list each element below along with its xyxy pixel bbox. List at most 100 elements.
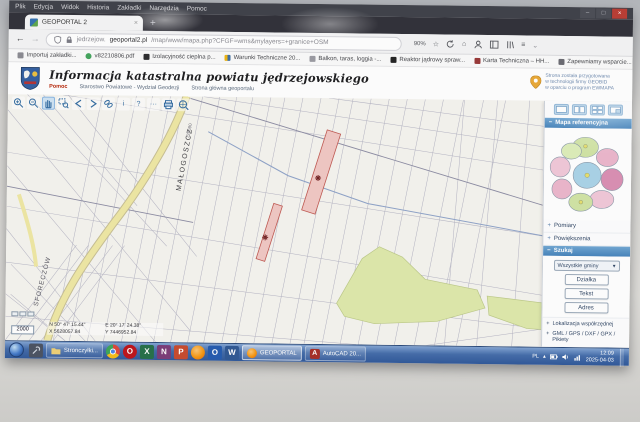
next-view-tool[interactable] [87, 97, 100, 110]
tab-favicon-icon [30, 18, 38, 26]
layout-grid-icon[interactable] [590, 104, 605, 115]
home-icon[interactable]: ⌂ [462, 41, 466, 48]
measure-tool[interactable]: ··· [147, 98, 160, 111]
tab-geoportal[interactable]: GEOPORTAL 2 × [25, 14, 143, 30]
chevron-down-icon[interactable]: ⌄ [532, 41, 538, 49]
folder-window-button[interactable]: Stronczyłki... [46, 343, 103, 359]
layout-split-icon[interactable] [572, 104, 587, 115]
bookmark-item[interactable]: Balkon, taras, loggia -... [309, 56, 381, 63]
section-powiekszenia[interactable]: + Powiększenia [543, 233, 630, 247]
menu-widok[interactable]: Widok [61, 3, 79, 10]
zoom-window-tool[interactable] [57, 97, 70, 110]
pan-hand-tool[interactable] [42, 97, 55, 110]
onenote-icon[interactable]: N [157, 345, 171, 359]
previous-view-tool[interactable] [72, 97, 85, 110]
zoom-level[interactable]: 90% [414, 41, 426, 47]
gmina-select[interactable]: Wszystkie gminy ▾ [553, 260, 619, 272]
bookmark-item[interactable]: Warunki Techniczne 20... [225, 55, 301, 62]
photo-background: Plik Edycja Widok Historia Zakładki Narz… [0, 0, 640, 422]
tab-title: GEOPORTAL 2 [42, 19, 130, 27]
dzialka-button[interactable]: Działka [564, 274, 608, 286]
link-gml-gps[interactable]: + GML / GPS / DXF / GPX / Pikiety [542, 328, 629, 345]
bookmark-item[interactable]: Reaktor jądrowy spraw... [390, 57, 465, 64]
geoportal-window-button[interactable]: GEOPORTAL [242, 345, 302, 361]
bookmark-item[interactable]: Importuj zakładki... [18, 52, 77, 59]
coord-y: Y 7446952.84 [105, 329, 161, 336]
link-pomoc[interactable]: Pomoc [49, 84, 67, 90]
help-tool[interactable]: ? [132, 98, 145, 111]
select-arrow-icon: ▾ [613, 263, 616, 269]
collapse-icon: − [547, 248, 551, 254]
bookmark-item[interactable]: Zapewniamy wsparcie... [558, 59, 631, 66]
forward-icon[interactable]: → [31, 34, 40, 43]
cadastral-map[interactable]: MAŁOGOSZCZ 725690 SFORECZÓW [5, 94, 632, 348]
reload-icon[interactable] [446, 40, 455, 49]
link-strona-glowna[interactable]: Strona główna geoportalu [191, 85, 254, 92]
excel-icon[interactable]: X [140, 344, 154, 358]
scale-input[interactable] [11, 325, 34, 334]
menu-zakladki[interactable]: Zakładki [117, 4, 141, 11]
minimize-button[interactable]: – [580, 8, 595, 18]
bookmark-item[interactable]: Karta Techniczna – HH... [474, 58, 549, 65]
county-crest-icon [20, 66, 40, 90]
link-tool[interactable] [102, 97, 115, 110]
firefox-icon[interactable] [191, 345, 205, 359]
menu-pomoc[interactable]: Pomoc [187, 5, 207, 12]
tab-close-icon[interactable]: × [134, 20, 138, 27]
address-bar[interactable]: jedrzejow.geoportal2.pl/map/www/mapa.php… [46, 32, 402, 50]
layout-single-icon[interactable] [554, 104, 569, 115]
adres-button[interactable]: Adres [564, 302, 608, 314]
site-links: Pomoc Starostwo Powiatowe - Wydział Geod… [49, 84, 369, 94]
menu-plik[interactable]: Plik [15, 3, 26, 10]
collapse-icon: − [549, 120, 553, 126]
shield-icon [54, 35, 62, 43]
zoom-out-tool[interactable] [27, 96, 40, 109]
info-tool[interactable]: i [117, 98, 130, 111]
map-area[interactable]: MAŁOGOSZCZ 725690 SFORECZÓW i ? ··· [5, 94, 632, 348]
menu-edycja[interactable]: Edycja [34, 3, 54, 10]
start-button[interactable] [9, 342, 24, 357]
pinned-app-icon[interactable] [29, 343, 43, 357]
back-icon[interactable]: ← [16, 34, 25, 43]
new-tab-button[interactable]: + [150, 18, 156, 29]
tray-language[interactable]: PL [532, 353, 539, 359]
opera-icon[interactable]: O [123, 344, 137, 358]
print-tool[interactable] [162, 98, 175, 111]
county-overview-map[interactable] [544, 128, 632, 221]
bookmark-icon [474, 58, 480, 64]
chrome-icon[interactable] [106, 344, 120, 358]
menu-narzedzia[interactable]: Narzędzia [149, 4, 178, 11]
bookmark-star-icon[interactable]: ☆ [433, 40, 439, 48]
menu-historia[interactable]: Historia [87, 4, 109, 11]
window-controls: – □ × [580, 8, 627, 19]
bookmark-icon [309, 56, 315, 62]
tekst-button[interactable]: Tekst [564, 288, 608, 300]
powerpoint-icon[interactable]: P [174, 345, 188, 359]
account-icon[interactable] [473, 40, 482, 49]
geobid-credit: Strona została przygotowana w technologi… [530, 73, 626, 92]
volume-icon[interactable] [562, 352, 570, 360]
battery-icon[interactable] [550, 352, 558, 360]
expand-icon: + [547, 236, 551, 242]
maximize-button[interactable]: □ [596, 8, 611, 18]
word-icon[interactable]: W [225, 345, 239, 359]
sidebar-icon[interactable] [489, 40, 498, 49]
search-map-tool[interactable] [177, 98, 190, 111]
layout-overview-icon[interactable] [608, 105, 623, 116]
section-pomiary[interactable]: + Pomiary [543, 220, 630, 234]
close-button[interactable]: × [612, 9, 627, 19]
link-starostwo[interactable]: Starostwo Powiatowe - Wydział Geodezji [79, 84, 179, 91]
autocad-window-button[interactable]: A AutoCAD 20... [305, 346, 367, 362]
tray-expand-icon[interactable]: ▴ [543, 353, 546, 359]
outlook-icon[interactable]: O [208, 345, 222, 359]
network-icon[interactable] [574, 353, 582, 361]
bookmark-item[interactable]: Izolacyjność cieplna p... [143, 54, 215, 61]
library-icon[interactable] [505, 40, 514, 49]
page-title: Informacja katastralna powiatu jędrzejow… [49, 68, 369, 86]
zoom-in-tool[interactable] [12, 96, 25, 109]
clock[interactable]: 12:09 2025-04-03 [586, 350, 614, 363]
scale-stepper[interactable] [11, 311, 34, 316]
bookmark-item[interactable]: v82210806.pdf [86, 53, 135, 60]
menu-icon[interactable]: ≡ [521, 41, 525, 48]
show-desktop-button[interactable] [620, 348, 624, 366]
